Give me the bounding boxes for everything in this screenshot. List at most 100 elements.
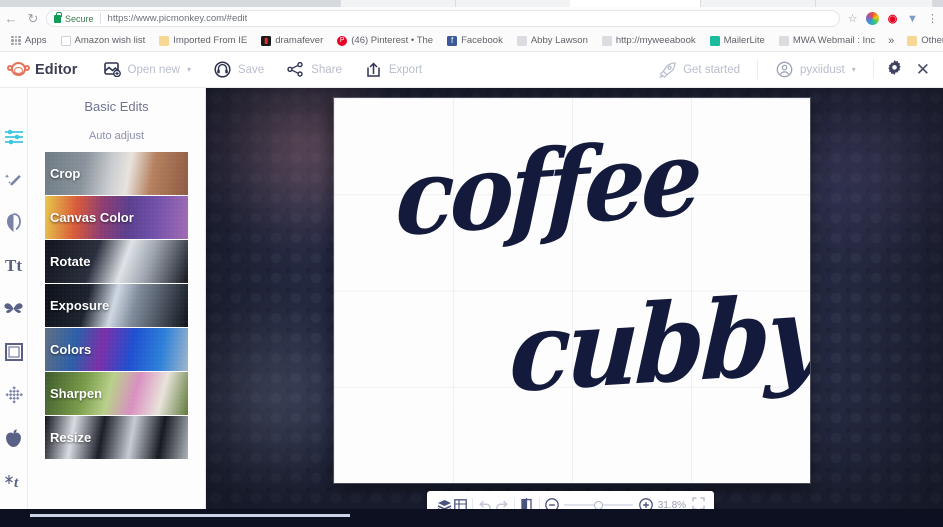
bookmark-label: Other bookmarks	[921, 35, 943, 46]
canvas-text-line1[interactable]: coffee	[394, 116, 701, 260]
app-header: Editor Open new ▾ Save Share Export Get …	[0, 52, 943, 88]
bookmark-label: http://myweeabook	[615, 35, 696, 46]
picmonkey-monkey-icon	[7, 61, 30, 78]
rail-item-frames[interactable]	[3, 341, 25, 363]
apps-grid-icon	[11, 35, 21, 46]
rail-item-basic-edits[interactable]	[3, 126, 25, 148]
bookmarks-bar: Apps Amazon wish list Imported From IE ▮…	[0, 30, 943, 52]
color-palette-extension-icon[interactable]	[866, 12, 879, 25]
account-menu[interactable]: pyxiidust ▾	[764, 52, 867, 88]
edit-item-crop[interactable]: Crop	[45, 152, 188, 196]
edit-item-rotate[interactable]: Rotate	[45, 240, 188, 284]
bookmarks-overflow-button[interactable]: »	[882, 35, 900, 47]
divider	[872, 60, 874, 79]
browser-tab-strip[interactable]	[0, 0, 943, 7]
user-avatar-icon	[775, 60, 794, 79]
bookmark-item[interactable]: f Facebook	[440, 32, 510, 50]
bookmark-label: Amazon wish list	[74, 35, 146, 46]
os-taskbar	[0, 509, 943, 527]
edit-item-label: Colors	[50, 342, 92, 357]
generic-site-icon	[516, 35, 527, 46]
bookmark-item[interactable]: P (46) Pinterest • The	[330, 32, 440, 50]
app-name: Editor	[35, 61, 78, 78]
bookmark-label: Abby Lawson	[530, 35, 588, 46]
edit-item-label: Canvas Color	[50, 210, 134, 225]
pinterest-save-extension-icon[interactable]: ◉	[886, 12, 899, 25]
chrome-menu-icon[interactable]: ⋮	[926, 12, 939, 25]
account-label: pyxiidust	[799, 63, 845, 76]
folder-icon	[907, 35, 918, 46]
address-bar[interactable]: Secure https://www.picmonkey.com/#edit	[46, 10, 840, 27]
export-button[interactable]: Export	[353, 52, 433, 88]
edit-item-label: Rotate	[50, 254, 91, 269]
bookmark-item[interactable]: MWA Webmail : Inc	[772, 32, 882, 50]
back-icon[interactable]: ←	[0, 8, 22, 30]
rail-item-textures[interactable]	[3, 384, 25, 406]
browser-tab[interactable]	[340, 0, 458, 7]
bookmark-item[interactable]: MailerLite	[703, 32, 772, 50]
rail-item-touch-up[interactable]	[3, 212, 25, 234]
download-extension-icon[interactable]: ▼	[906, 12, 919, 25]
taskbar-highlight	[30, 514, 350, 517]
edit-item-label: Crop	[50, 166, 81, 181]
bookmark-star-icon[interactable]: ☆	[846, 12, 859, 25]
save-button[interactable]: Save	[202, 52, 275, 88]
save-label: Save	[237, 63, 265, 76]
generic-site-icon	[601, 35, 612, 46]
chevron-down-icon: ▾	[186, 65, 191, 74]
bookmark-label: (46) Pinterest • The	[351, 35, 434, 46]
bookmark-label: MWA Webmail : Inc	[792, 35, 876, 46]
bookmark-label: MailerLite	[723, 35, 765, 46]
open-new-label: Open new	[127, 63, 180, 76]
bookmark-apps[interactable]: Apps	[4, 32, 54, 50]
divider	[756, 60, 758, 79]
bookmark-item[interactable]: http://myweeabook	[595, 32, 703, 50]
folder-icon	[159, 35, 170, 46]
close-icon[interactable]: ✕	[909, 61, 943, 78]
image-canvas[interactable]: coffee cubby	[334, 98, 810, 483]
bookmark-item[interactable]: ▮ dramafever	[254, 32, 330, 50]
auto-adjust-button[interactable]: Auto adjust	[28, 114, 205, 152]
browser-tab[interactable]	[455, 0, 573, 7]
app-logo[interactable]: Editor	[0, 61, 92, 78]
edit-item-canvas-color[interactable]: Canvas Color	[45, 196, 188, 240]
export-upload-icon	[364, 60, 383, 79]
share-label: Share	[311, 63, 342, 76]
edit-item-sharpen[interactable]: Sharpen	[45, 372, 188, 416]
edit-item-exposure[interactable]: Exposure	[45, 284, 188, 328]
rail-item-themes[interactable]	[3, 427, 25, 449]
browser-tab-active[interactable]	[570, 0, 700, 7]
browser-tab[interactable]	[700, 0, 818, 7]
open-new-button[interactable]: Open new ▾	[92, 52, 202, 88]
edit-item-label: Sharpen	[50, 386, 103, 401]
open-new-image-icon	[103, 60, 122, 79]
browser-toolbar: ← ↻ Secure https://www.picmonkey.com/#ed…	[0, 7, 943, 30]
bookmark-item[interactable]: Abby Lawson	[510, 32, 595, 50]
bookmark-other[interactable]: Other bookmarks	[900, 32, 943, 50]
edit-item-label: Exposure	[50, 298, 110, 313]
reload-icon[interactable]: ↻	[22, 8, 44, 30]
panel-title: Basic Edits	[84, 99, 149, 114]
bookmark-item[interactable]: Amazon wish list	[54, 32, 153, 50]
editor-workspace[interactable]: coffee cubby	[206, 88, 943, 509]
generic-site-icon	[778, 35, 789, 46]
browser-tab[interactable]	[815, 0, 933, 7]
get-started-button[interactable]: Get started	[647, 52, 751, 88]
share-button[interactable]: Share	[275, 52, 353, 88]
edit-item-colors[interactable]: Colors	[45, 328, 188, 372]
get-started-label: Get started	[683, 63, 740, 76]
facebook-icon: f	[447, 35, 458, 46]
rail-item-seasonal[interactable]: t	[3, 470, 25, 492]
divider	[99, 13, 101, 24]
gear-icon[interactable]	[880, 60, 909, 79]
pinterest-icon: P	[337, 35, 348, 46]
bookmark-item[interactable]: Imported From IE	[152, 32, 254, 50]
rail-item-text[interactable]: Tt	[3, 255, 25, 277]
edit-item-resize[interactable]: Resize	[45, 416, 188, 460]
svg-text:t: t	[14, 475, 19, 490]
security-label: Secure	[65, 13, 94, 24]
basic-edits-panel: Basic Edits Auto adjust Crop Canvas Colo…	[28, 88, 206, 527]
canvas-text-line2[interactable]: cubby	[507, 270, 810, 417]
rail-item-effects[interactable]	[3, 169, 25, 191]
rail-item-overlays[interactable]	[3, 298, 25, 320]
